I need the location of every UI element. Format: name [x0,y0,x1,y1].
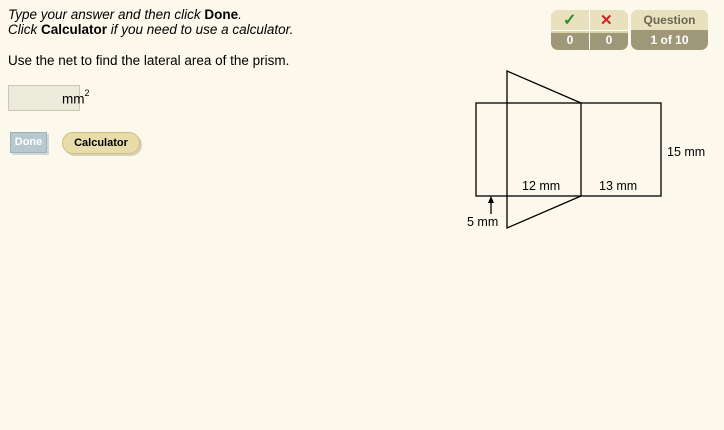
arrow-head [488,196,494,203]
label-side-b: 13 mm [599,179,637,193]
net-top-triangle [506,70,582,104]
label-height: 15 mm [667,145,705,159]
net-bottom-triangle [506,195,582,229]
label-side-a: 12 mm [522,179,560,193]
label-side-c: 5 mm [467,215,498,229]
prism-net-figure: 15 mm 12 mm 13 mm 5 mm [467,70,705,229]
